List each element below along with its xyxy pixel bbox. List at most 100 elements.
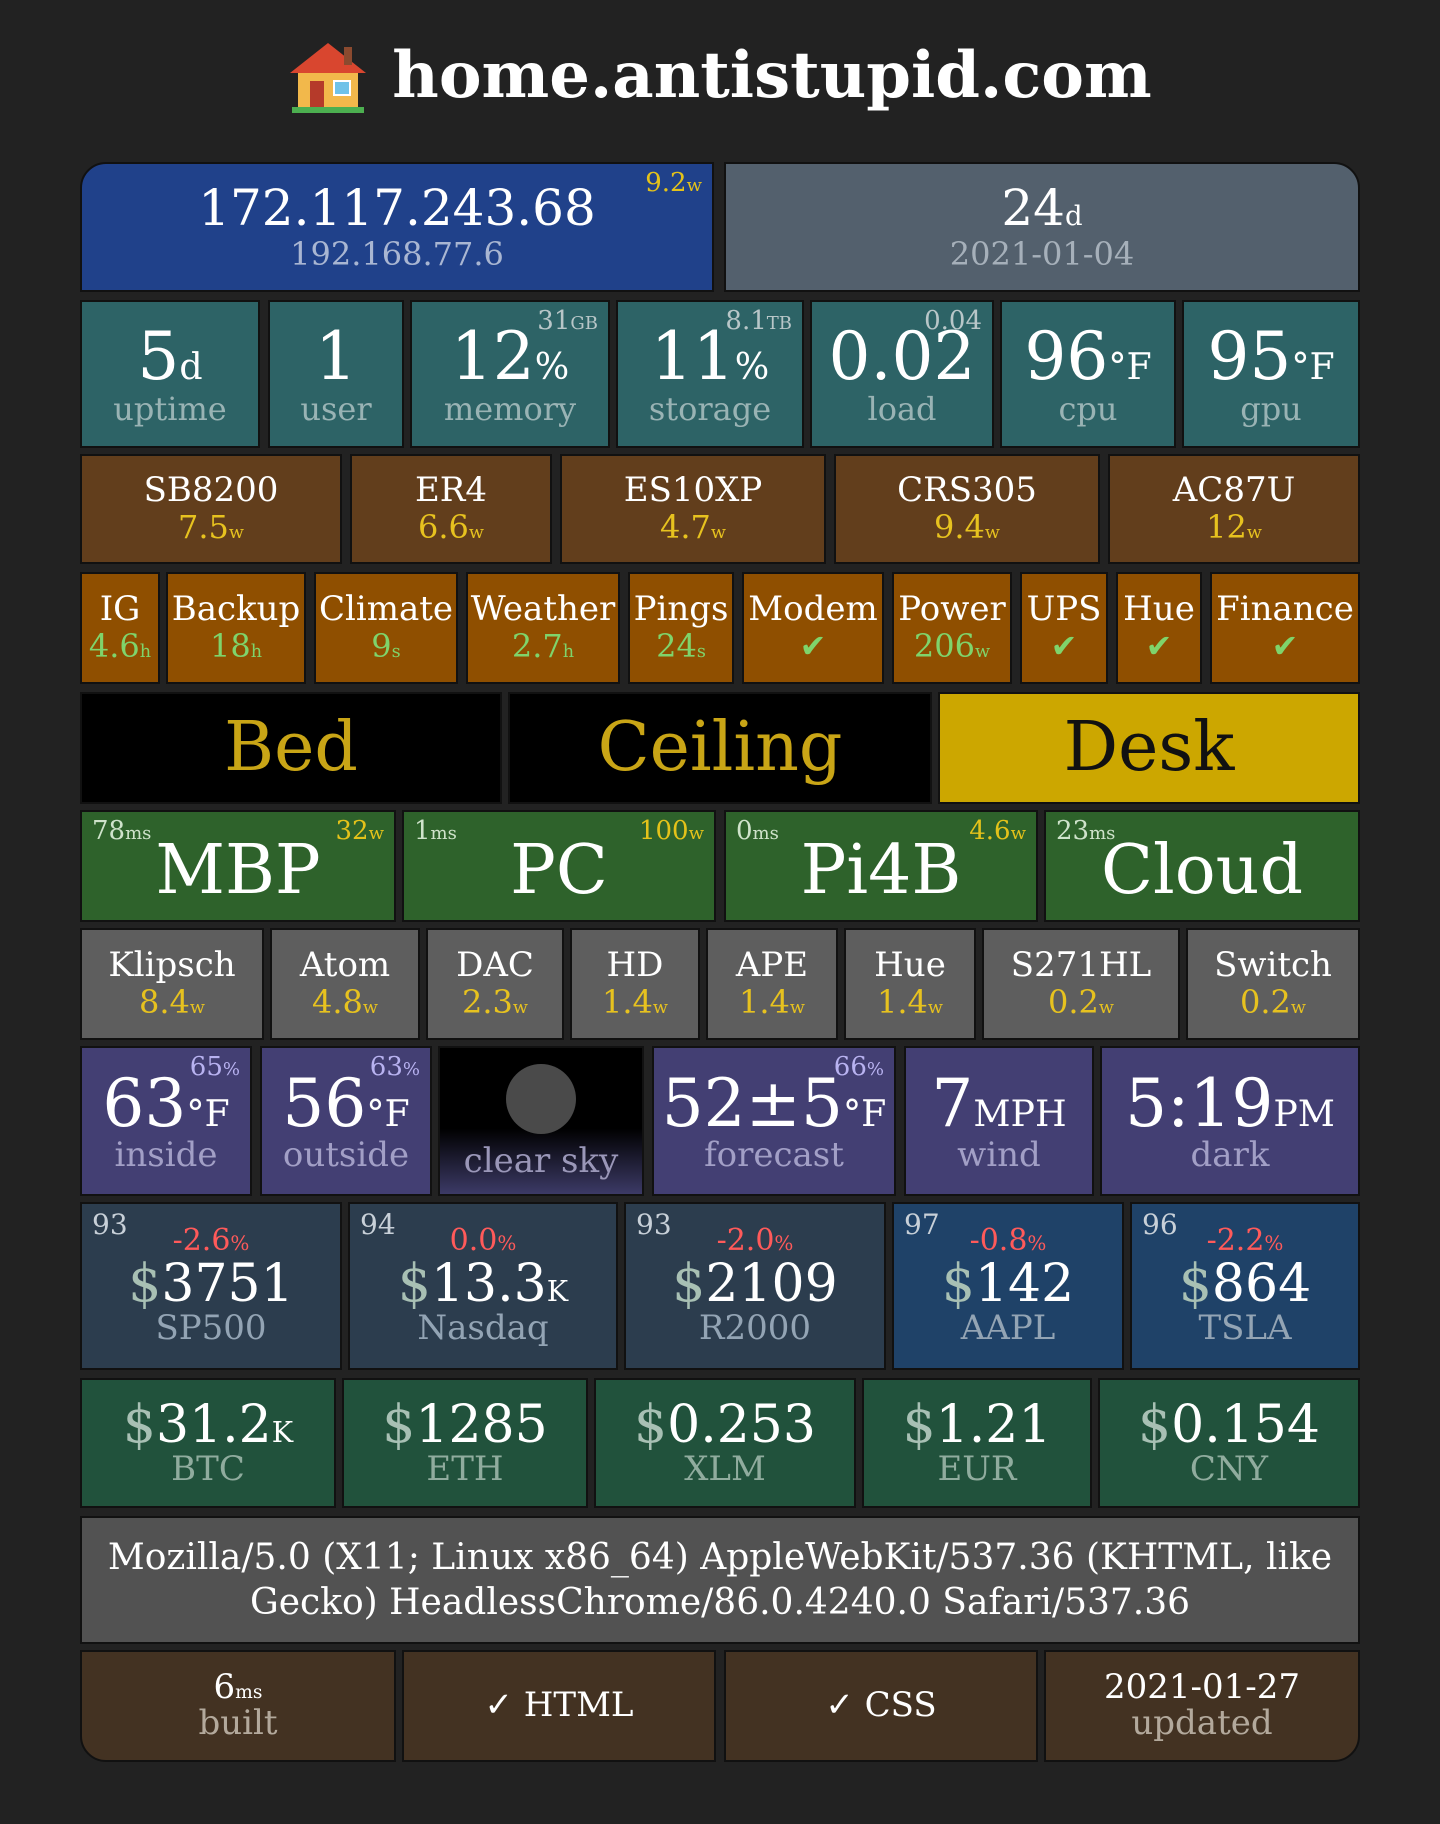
peripheral-power: 1.4w — [877, 983, 943, 1022]
footer-row: 6ms built ✓ HTML ✓ CSS 2021-01-27 update… — [80, 1650, 1360, 1762]
stat-label: uptime — [113, 389, 227, 428]
service-status: 2.7h — [512, 629, 574, 664]
html-validator-link[interactable]: ✓ HTML — [402, 1650, 716, 1762]
forecast-card: 66% 52±5°F forecast — [652, 1046, 896, 1196]
light-desk-toggle[interactable]: Desk — [938, 692, 1360, 804]
service-status-unit: h — [139, 642, 152, 663]
currency-btc: $31.2K BTC — [80, 1378, 336, 1508]
stat-label: user — [300, 389, 372, 428]
stock-currency: $ — [672, 1253, 706, 1314]
service-climate[interactable]: Climate 9s — [314, 572, 458, 684]
service-status: 9s — [371, 629, 400, 664]
stat-number: 1 — [315, 317, 357, 395]
service-weather[interactable]: Weather 2.7h — [466, 572, 620, 684]
stock-aapl: 97 -0.8% $142 AAPL — [892, 1202, 1124, 1370]
built-card: 6ms built — [80, 1650, 396, 1762]
service-name: Climate — [318, 589, 454, 630]
device-power: 4.7w — [660, 510, 726, 545]
service-pings[interactable]: Pings 24s — [628, 572, 734, 684]
peripheral-switch: Switch 0.2w — [1186, 928, 1360, 1040]
host-power: 32w — [335, 817, 384, 845]
currencies-row: $31.2K BTC $1285 ETH $0.253 XLM $1.21 EUR $0.154… — [80, 1378, 1360, 1508]
peripheral-name: Hue — [874, 945, 946, 986]
host-name: Pi4B — [800, 831, 962, 911]
host-ping: 0ms — [736, 817, 779, 845]
service-status-value: ✔ — [1145, 627, 1173, 666]
service-name: Finance — [1216, 589, 1354, 630]
service-backup[interactable]: Backup 18h — [166, 572, 306, 684]
forecast-humidity: 66% — [833, 1052, 884, 1082]
device-name: AC87U — [1172, 470, 1296, 511]
stat-value: 1 — [315, 321, 357, 391]
device-power: 9.4w — [934, 510, 1000, 545]
peripheral-power-value: 0.2 — [1240, 983, 1291, 1022]
currency-name: EUR — [937, 1449, 1017, 1490]
service-finance[interactable]: Finance ✔ — [1210, 572, 1360, 684]
peripheral-power: 1.4w — [739, 985, 805, 1020]
peripheral-hd: HD 1.4w — [570, 928, 700, 1040]
device-power-unit: w — [228, 523, 244, 544]
host-ping-unit: ms — [125, 823, 152, 844]
host-ping-value: 78 — [92, 816, 126, 846]
stock-change-unit: % — [1027, 1231, 1047, 1256]
host-mbp[interactable]: 78ms 32w MBP — [80, 810, 396, 922]
currency-price-value: 1.21 — [935, 1394, 1052, 1455]
light-ceiling-toggle[interactable]: Ceiling — [508, 692, 932, 804]
host-pc[interactable]: 1ms 100w PC — [402, 810, 716, 922]
peripheral-power: 1.4w — [602, 983, 668, 1022]
service-modem[interactable]: Modem ✔ — [742, 572, 884, 684]
stock-change-unit: % — [1264, 1231, 1284, 1256]
service-hue[interactable]: Hue ✔ — [1116, 572, 1202, 684]
host-name: PC — [510, 831, 608, 911]
currency-symbol: $ — [1138, 1394, 1172, 1455]
stat-load: 0.04 0.02 load — [810, 300, 994, 448]
peripheral-power-unit: w — [1098, 998, 1114, 1019]
device-power-unit: w — [710, 523, 726, 544]
peripheral-power: 8.4w — [139, 985, 205, 1020]
service-status-value: 18 — [209, 627, 251, 666]
service-name: UPS — [1026, 589, 1102, 630]
stat-detail-value: 8.1 — [725, 306, 767, 336]
service-power[interactable]: Power 206w — [892, 572, 1012, 684]
peripheral-power: 0.2w — [1240, 983, 1306, 1022]
stock-rank: 93 — [636, 1208, 672, 1241]
host-ping-unit: ms — [430, 823, 457, 844]
currency-symbol: $ — [634, 1394, 668, 1455]
service-ig[interactable]: IG 4.6h — [80, 572, 160, 684]
device-power-unit: w — [1246, 523, 1262, 544]
stat-label: storage — [648, 389, 772, 428]
device-name: SB8200 — [143, 470, 279, 511]
host-cloud[interactable]: 23ms Cloud — [1044, 810, 1360, 922]
css-validator-link[interactable]: ✓ CSS — [724, 1650, 1038, 1762]
moon-icon — [506, 1064, 576, 1135]
dark-time: 5:19PM — [1125, 1064, 1335, 1142]
light-name: Bed — [224, 708, 358, 788]
peripheral-dac: DAC 2.3w — [426, 928, 564, 1040]
stat-storage: 8.1TB 11% storage — [616, 300, 804, 448]
stock-change: -2.0% — [717, 1225, 794, 1257]
peripheral-hue: Hue 1.4w — [844, 928, 976, 1040]
currency-name: ETH — [426, 1449, 504, 1490]
peripheral-power-unit: w — [1290, 998, 1306, 1019]
stock-rank: 97 — [904, 1208, 940, 1241]
host-ping: 78ms — [92, 816, 152, 846]
currency-price: $0.253 — [634, 1398, 816, 1453]
currency-price: $1.21 — [903, 1398, 1052, 1453]
light-bed-toggle[interactable]: Bed — [80, 692, 502, 804]
wind-card: 7MPH wind — [904, 1046, 1094, 1196]
service-ups[interactable]: UPS ✔ — [1020, 572, 1108, 684]
peripheral-power-value: 1.4 — [877, 983, 928, 1022]
peripheral-name: Klipsch — [108, 945, 236, 986]
stock-price: $3751 — [128, 1256, 293, 1312]
peripheral-power-value: 1.4 — [602, 983, 653, 1022]
devices-row: SB8200 7.5w ER4 6.6w ES10XP 4.7w CRS305 9.4w AC8… — [80, 454, 1360, 564]
peripheral-power-value: 0.2 — [1048, 983, 1099, 1022]
stat-number: 95 — [1207, 317, 1292, 395]
stock-change: -2.2% — [1207, 1225, 1284, 1257]
service-name: Backup — [171, 589, 301, 630]
service-status: 4.6h — [89, 629, 152, 664]
host-ping-unit: ms — [752, 823, 779, 844]
currency-xlm: $0.253 XLM — [594, 1378, 856, 1508]
host-pi4b[interactable]: 0ms 4.6w Pi4B — [724, 810, 1038, 922]
since-days: 24d — [1001, 178, 1083, 237]
